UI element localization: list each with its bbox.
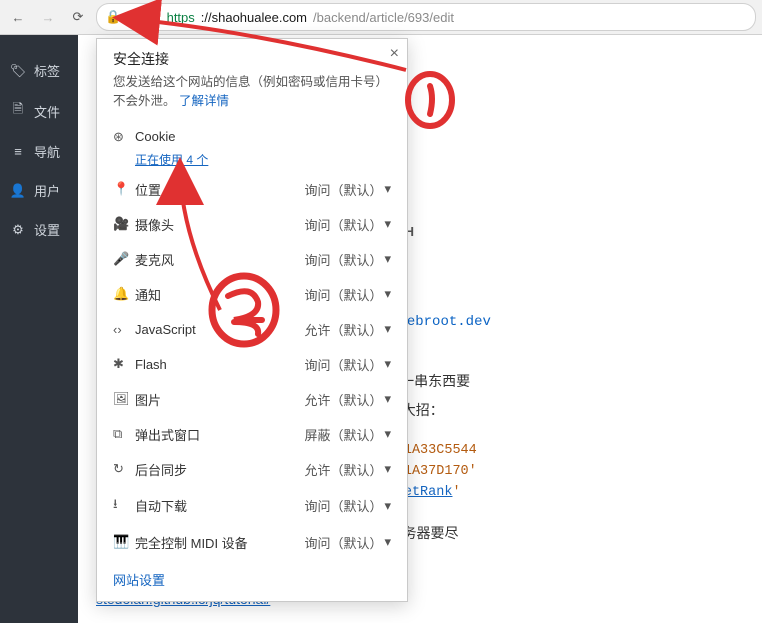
sidebar-item-label: 标签 — [34, 61, 60, 80]
chevron-down-icon: ▾ — [384, 216, 391, 232]
chevron-down-icon: ▾ — [384, 391, 391, 407]
back-button[interactable]: ← — [6, 5, 30, 29]
secure-label: 安全 — [127, 9, 151, 26]
file-icon: 🗎 — [10, 100, 26, 122]
learn-more-link[interactable]: 了解详情 — [179, 94, 229, 108]
sidebar-item-nav[interactable]: ≡ 导航 — [0, 132, 78, 171]
sidebar-item-users[interactable]: 👤 用户 — [0, 171, 78, 210]
permission-row: ✱Flash询问（默认） ▾ — [97, 347, 407, 382]
menu-icon: ≡ — [10, 144, 26, 159]
permission-label: Flash — [135, 357, 304, 372]
permission-icon: ↻ — [113, 461, 135, 477]
sidebar-item-label: 用户 — [34, 181, 60, 200]
separator: | — [157, 10, 160, 25]
permission-row: 🎤麦克风询问（默认） ▾ — [97, 242, 407, 277]
permission-icon: 🎤 — [113, 251, 135, 267]
permission-icon: 🖼 — [113, 391, 135, 407]
permission-icon: ‹› — [113, 322, 135, 337]
permission-row: 🎹完全控制 MIDI 设备询问（默认） ▾ — [97, 525, 407, 560]
permission-label: 麦克风 — [135, 250, 304, 269]
cookie-in-use-link[interactable]: 正在使用 4 个 — [135, 151, 407, 168]
permission-value[interactable]: 询问（默认） ▾ — [304, 215, 391, 234]
permission-row: ⊛Cookie — [97, 121, 407, 153]
sidebar-item-label: 导航 — [34, 142, 60, 161]
permission-value[interactable]: 询问（默认） ▾ — [304, 533, 391, 552]
permission-value[interactable]: 允许（默认） ▾ — [304, 390, 391, 409]
permission-label: 完全控制 MIDI 设备 — [135, 533, 304, 552]
chevron-down-icon: ▾ — [384, 426, 391, 442]
permission-label: 摄像头 — [135, 215, 304, 234]
permission-label: 弹出式窗口 — [135, 425, 304, 444]
sidebar-item-tags[interactable]: 🏷 标签 — [0, 51, 78, 90]
permission-value[interactable]: 询问（默认） ▾ — [304, 285, 391, 304]
permission-label: JavaScript — [135, 322, 304, 337]
permission-icon: 🔔 — [113, 286, 135, 302]
site-settings-link[interactable]: 网站设置 — [113, 573, 165, 588]
sidebar-item-settings[interactable]: ⚙ 设置 — [0, 210, 78, 249]
permission-row: 🎥摄像头询问（默认） ▾ — [97, 207, 407, 242]
permission-row: 🖼图片允许（默认） ▾ — [97, 382, 407, 417]
chevron-down-icon: ▾ — [384, 251, 391, 267]
forward-button[interactable]: → — [36, 5, 60, 29]
chevron-down-icon: ▾ — [384, 286, 391, 302]
app-sidebar: 🏷 标签 🗎 文件 ≡ 导航 👤 用户 ⚙ 设置 — [0, 35, 78, 623]
permission-label: Cookie — [135, 129, 391, 144]
url-scheme: https — [167, 10, 195, 25]
permission-icon: ✱ — [113, 356, 135, 372]
address-bar[interactable]: 🔒 安全 | https ://shaohualee.com/backend/ar… — [96, 3, 756, 31]
permission-value[interactable]: 允许（默认） ▾ — [304, 460, 391, 479]
url-path: /backend/article/693/edit — [313, 10, 454, 25]
site-security-popover: × 安全连接 您发送给这个网站的信息（例如密码或信用卡号）不会外泄。 了解详情 … — [96, 38, 408, 602]
permission-label: 位置 — [135, 180, 304, 199]
permission-value[interactable]: 询问（默认） ▾ — [304, 180, 391, 199]
permission-label: 图片 — [135, 390, 304, 409]
tag-icon: 🏷 — [10, 63, 26, 79]
popover-title: 安全连接 — [97, 49, 407, 73]
permission-icon: 🎹 — [113, 534, 135, 550]
permission-icon: 📍 — [113, 181, 135, 197]
permission-label: 自动下载 — [135, 496, 304, 515]
permission-row: ⧉弹出式窗口屏蔽（默认） ▾ — [97, 417, 407, 452]
permission-value[interactable]: 询问（默认） ▾ — [304, 250, 391, 269]
permission-value[interactable]: 询问（默认） ▾ — [304, 496, 391, 515]
url-host: ://shaohualee.com — [201, 10, 307, 25]
permission-row: ↻后台同步允许（默认） ▾ — [97, 452, 407, 487]
permission-label: 通知 — [135, 285, 304, 304]
sidebar-item-label: 文件 — [34, 102, 60, 121]
permission-row: ⭳自动下载询问（默认） ▾ — [97, 487, 407, 525]
permission-row: 📍位置询问（默认） ▾ — [97, 172, 407, 207]
close-icon[interactable]: × — [390, 45, 399, 63]
permission-label: 后台同步 — [135, 460, 304, 479]
permission-icon: ⭳ — [113, 495, 135, 517]
browser-toolbar: ← → ⟳ 🔒 安全 | https ://shaohualee.com/back… — [0, 0, 762, 35]
permission-value[interactable]: 允许（默认） ▾ — [304, 320, 391, 339]
popover-description: 您发送给这个网站的信息（例如密码或信用卡号）不会外泄。 了解详情 — [97, 73, 407, 111]
reload-button[interactable]: ⟳ — [66, 5, 90, 29]
permission-row: ‹›JavaScript允许（默认） ▾ — [97, 312, 407, 347]
chevron-down-icon: ▾ — [384, 534, 391, 550]
permission-value[interactable]: 询问（默认） ▾ — [304, 355, 391, 374]
chevron-down-icon: ▾ — [384, 498, 391, 514]
chevron-down-icon: ▾ — [384, 321, 391, 337]
chevron-down-icon: ▾ — [384, 461, 391, 477]
permission-icon: 🎥 — [113, 216, 135, 232]
chevron-down-icon: ▾ — [384, 181, 391, 197]
sidebar-item-label: 设置 — [34, 220, 60, 239]
gear-icon: ⚙ — [10, 222, 26, 238]
permission-icon: ⊛ — [113, 129, 135, 145]
permission-icon: ⧉ — [113, 426, 135, 442]
lock-icon: 🔒 — [105, 9, 121, 25]
permission-row: 🔔通知询问（默认） ▾ — [97, 277, 407, 312]
user-icon: 👤 — [10, 183, 26, 199]
sidebar-item-files[interactable]: 🗎 文件 — [0, 90, 78, 132]
chevron-down-icon: ▾ — [384, 356, 391, 372]
permission-value[interactable]: 屏蔽（默认） ▾ — [304, 425, 391, 444]
